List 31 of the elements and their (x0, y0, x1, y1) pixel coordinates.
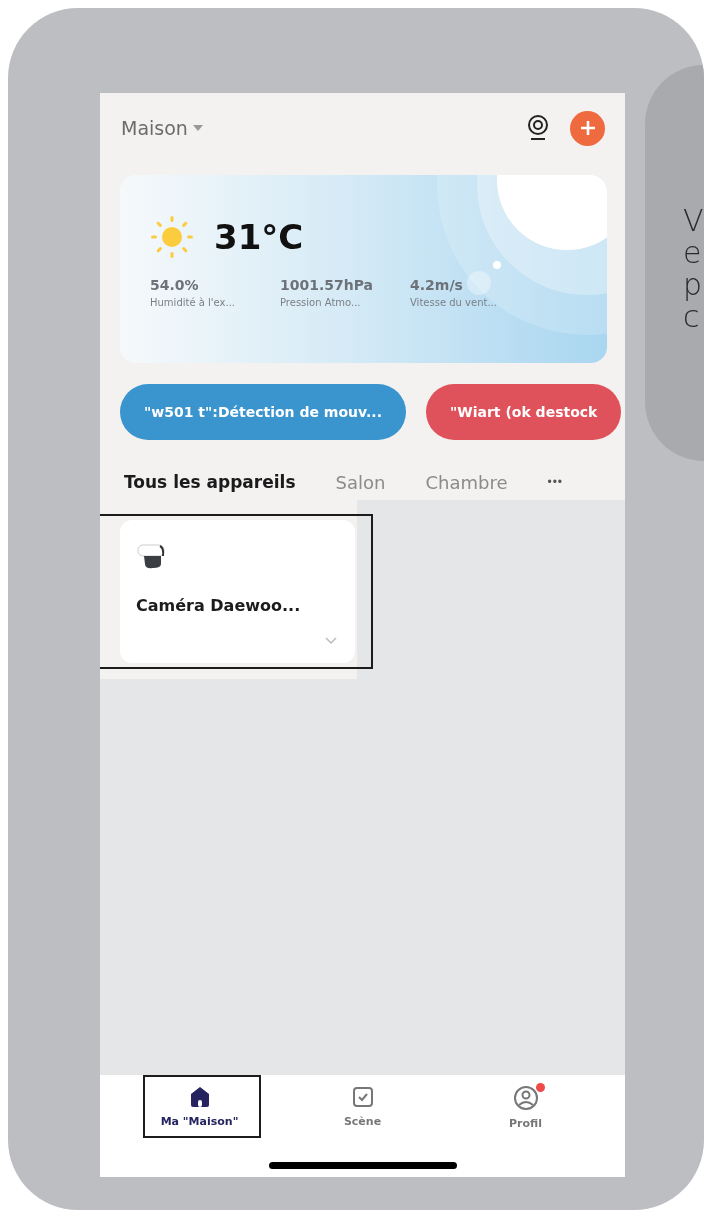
plus-icon (578, 119, 597, 137)
stat-label: Pression Atmo... (280, 297, 362, 308)
nav-tab[interactable]: Scène (307, 1085, 418, 1130)
checkbox-icon (350, 1085, 375, 1109)
scene-chip[interactable]: "w501 t":Détection de mouv... (120, 384, 406, 440)
caret-icon[interactable] (191, 124, 204, 132)
chevron-icon[interactable] (325, 637, 337, 645)
device-name: Caméra Daewoo... (136, 596, 302, 615)
tooltip-text: c (683, 301, 701, 333)
add-button[interactable] (570, 110, 605, 146)
stat-value: 1001.57hPa (280, 277, 375, 293)
more-button[interactable]: ••• (547, 475, 564, 489)
device-card[interactable]: Caméra Daewoo... (120, 520, 355, 663)
tooltip-text: e (683, 237, 703, 269)
user-icon (512, 1085, 539, 1111)
nav-tab[interactable]: Profil (470, 1085, 581, 1130)
stat-label: Humidité à l'ex... (150, 297, 237, 308)
nav-tab[interactable]: Ma "Maison" (144, 1085, 255, 1130)
room-tab[interactable]: Chambre (425, 471, 508, 493)
temperature: 31°C (214, 217, 304, 257)
home-selector[interactable]: Maison (121, 117, 188, 139)
stat-value: 54.0% (150, 277, 200, 293)
room-tab[interactable]: Salon (335, 471, 386, 493)
scene-chip[interactable]: "Wiart (ok destock (425, 384, 622, 440)
stat-value: 4.2m/s (410, 277, 464, 293)
tooltip-text: V (683, 205, 704, 237)
sun-icon (150, 215, 194, 259)
camera-icon[interactable] (526, 115, 550, 141)
stat-label: Vitesse du vent... (410, 297, 498, 308)
tooltip-text: p (683, 269, 704, 301)
room-tab[interactable]: Tous les appareils (124, 472, 296, 492)
